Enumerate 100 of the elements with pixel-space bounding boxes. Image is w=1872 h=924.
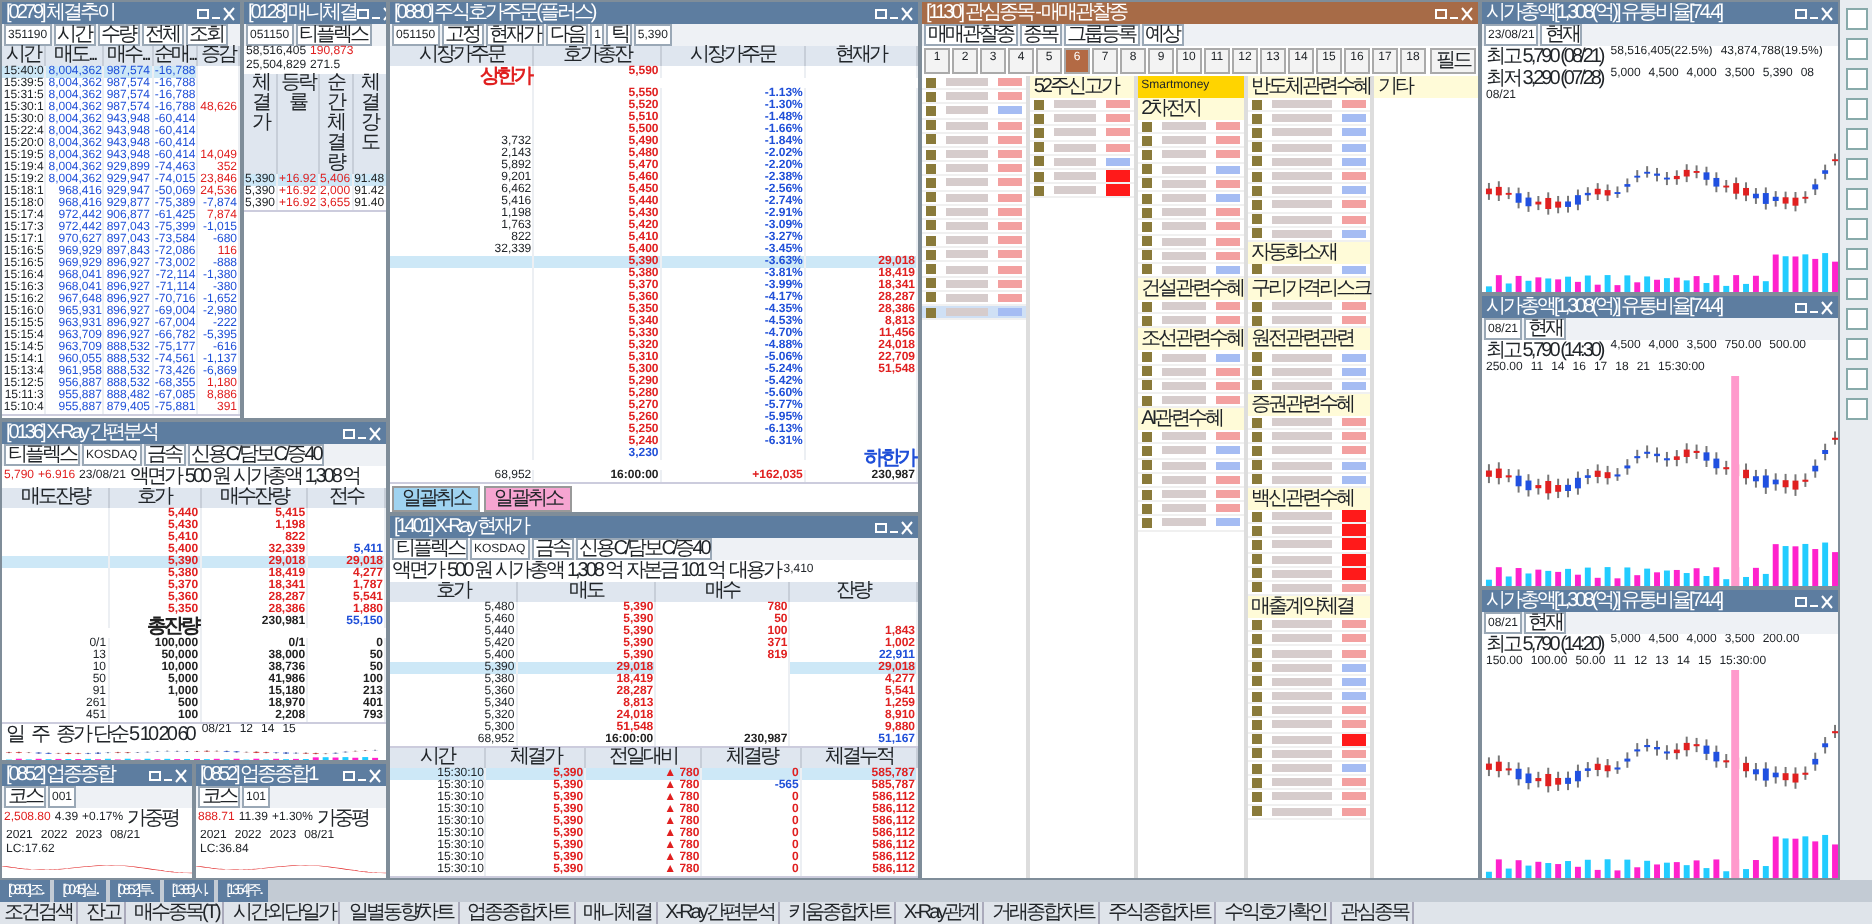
summary-value: 시가총액 [494,560,563,582]
taskbar-item[interactable]: X-Ray관계 [899,902,985,924]
field-button[interactable]: 필드 [1430,48,1476,74]
column-header[interactable]: 호가 [109,488,202,508]
summary-value: 500 원 [184,466,229,488]
taskbar-item[interactable]: 거래종합차트 [988,902,1101,924]
taskbar-item[interactable]: 키움종합차트 [783,902,896,924]
group-header[interactable]: 조선관련수혜 [1137,328,1244,351]
group-header[interactable]: 기타 [1374,76,1478,98]
group-header[interactable]: 반도체관련수혜 [1247,76,1371,98]
toolbar-field[interactable]: 티플렉스 [392,538,468,560]
column-header[interactable]: 매수... [104,46,154,66]
taskbar-item[interactable]: 잔고 [82,902,126,924]
column-header[interactable]: 현재가 [805,46,918,66]
taskbar-item[interactable]: 일별동향/차트 [344,902,460,924]
window-title: [0852] 업종종합1 [200,764,317,786]
column-header[interactable]: 시장가주문 [661,46,806,66]
taskbar-item[interactable]: 시간외단일가 [228,902,341,924]
toolbar-field[interactable]: 코스 [198,786,240,808]
toolbar-field[interactable]: 종목 [1019,24,1061,46]
column-header[interactable]: 순매... [153,46,199,66]
group-header[interactable]: 원전관련관련 [1247,328,1371,351]
toolbar-field[interactable]: 티플렉스 [295,24,372,46]
toolbar-field[interactable]: 전체 [141,24,184,46]
column-header[interactable]: 체결누적 [801,748,918,768]
column-header[interactable]: 시장가주문 [390,46,535,66]
chart-label: 최고 5,790 (14:30) [1486,340,1603,362]
toolbar-field[interactable]: 티플렉스 [4,444,80,466]
column-header[interactable]: 체결강도 [353,74,386,174]
toolbar-field[interactable]: 현재 [1524,318,1567,340]
column-header[interactable]: 호가총잔 [534,46,662,66]
taskbar-item[interactable]: 매수종목(T) [130,902,225,924]
toolbar-field[interactable]: 현재가 [485,24,545,46]
window-title: [1401] X-Ray 현재가 [394,516,529,538]
toolbar-field[interactable]: 신용C/담보C/증40 [187,444,325,466]
group-header[interactable]: 백신관련수혜 [1247,487,1371,510]
taskbar-item[interactable]: 매니체결 [579,902,658,924]
summary-value: 500 원 [447,560,491,582]
column-header[interactable]: 체결가 [486,748,587,768]
group-header[interactable]: 52주신고가 [1029,76,1134,98]
toolbar-field[interactable]: 금속 [143,444,186,466]
window-title: 시가총액[1,308(억)] 유통비율[74.4] [1486,590,1722,612]
column-header[interactable]: 매도잔량 [2,488,110,508]
column-header[interactable]: 매도... [46,46,105,66]
column-header[interactable]: 전수 [308,488,386,508]
cancel-all-button[interactable]: 일괄취소 [392,486,480,512]
taskbar-item[interactable]: 주식종합차트 [1104,902,1217,924]
chart-label: 일 [6,724,23,746]
table-cell: 총잔량 [109,616,202,638]
toolbar-field[interactable]: 다음 [546,24,589,46]
column-header[interactable]: 체결가 [244,74,279,174]
taskbar-item[interactable]: 수익호가확인 [1220,902,1333,924]
column-header[interactable]: 등락률 [278,74,320,174]
table-cell: 상한가 [390,66,535,88]
taskbar-item[interactable]: 관심종목 [1336,902,1415,924]
column-header[interactable]: 호가 [390,582,518,602]
column-header[interactable]: 매수 [656,582,791,602]
cancel-all-button[interactable]: 일괄취소 [484,486,572,512]
group-header[interactable]: 구리가격리스크 [1247,278,1371,301]
column-header[interactable]: 매수잔량 [201,488,309,508]
toolbar-field[interactable]: 고정 [441,24,484,46]
toolbar-field[interactable]: 코스 [4,786,46,808]
summary-value: 가중평 [127,808,179,830]
summary-value: 101 억 [680,560,725,582]
taskbar-item[interactable]: X-Ray간편분석 [661,902,780,924]
column-header[interactable]: 잔량 [790,582,918,602]
summary-value: 액면가 [392,560,443,582]
group-header[interactable]: 자동화소재 [1247,241,1371,264]
summary-value: 가중평 [316,808,368,830]
column-header[interactable]: 매도 [517,582,657,602]
toolbar-field[interactable]: 현재 [1524,612,1567,634]
toolbar-field[interactable]: 시간 [53,24,96,46]
toolbar-field[interactable]: 신용C/담보C/증40 [575,538,713,560]
summary-value: 액면가 [129,466,181,488]
group-header[interactable]: 2차전지 [1137,98,1244,120]
toolbar-field[interactable]: 현재 [1540,24,1583,46]
toolbar-field[interactable]: 수량 [97,24,140,46]
group-header[interactable]: 건설관련수혜 [1137,278,1244,301]
taskbar-item[interactable]: 조건검색 [0,902,78,924]
group-header[interactable]: AI관련수혜 [1137,408,1244,431]
summary-value: 자본금 [625,560,677,582]
group-header[interactable]: 매출계약체결 [1247,596,1371,619]
summary-value: 시가총액 [232,466,301,488]
column-header[interactable]: 전일대비 [586,748,703,768]
toolbar-field[interactable]: 금속 [531,538,574,560]
toolbar-field[interactable]: 틱 [606,24,632,46]
column-header[interactable]: 시간 [390,748,487,768]
taskbar-item[interactable]: 업종종합차트 [463,902,576,924]
column-header[interactable]: 증감 [198,46,240,66]
table-cell: 하한가 [805,448,918,470]
column-header[interactable]: 시간 [2,46,47,66]
column-header[interactable]: 체결량 [702,748,802,768]
toolbar-field[interactable]: 매매관찰종 [924,24,1017,46]
window-title: 시가총액[1,308(억)] 유통비율[74.4] [1486,2,1722,24]
window-title: [0128] 매니체결 [248,2,357,24]
toolbar-field[interactable]: 예상 [1141,24,1183,46]
toolbar-field[interactable]: 그룹등록 [1063,24,1139,46]
column-header[interactable]: 순간체결량 [319,74,354,174]
toolbar-field[interactable]: 조회 [185,24,228,46]
group-header[interactable]: 증권관련수혜 [1247,394,1371,416]
